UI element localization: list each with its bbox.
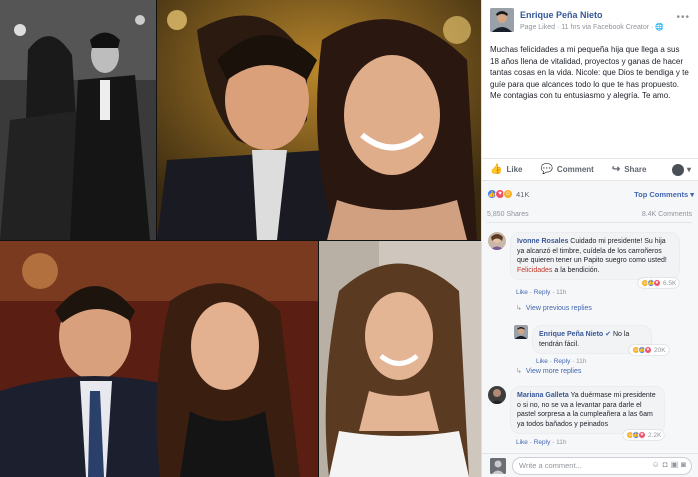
comment-reactions[interactable]: ☺ 👍 ♥ 6.5K — [638, 278, 680, 288]
post-stats: 5,850 Shares 8.4K Comments — [487, 211, 692, 223]
like-button[interactable]: 👍 Like — [490, 164, 522, 175]
photo-collage[interactable] — [0, 0, 481, 477]
camera-icon[interactable]: ◘ — [663, 460, 671, 469]
comment-text-end: a la bendición. — [552, 266, 600, 274]
audience-selector[interactable]: ▾ — [671, 163, 691, 176]
comment-actions: Like · Reply · 11h — [516, 439, 567, 446]
comment-bubble: Mariana Galleta Ya duérmase mi president… — [510, 386, 665, 434]
globe-icon: 🌐 — [655, 24, 664, 31]
share-button[interactable]: ↪ Share — [612, 164, 647, 175]
reply-reply-link[interactable]: Reply — [554, 358, 571, 365]
photo-kiss[interactable] — [157, 0, 481, 240]
comment-bubble: Ivonne Rosales Cuidado mi presidente! Su… — [510, 232, 680, 280]
reply-reaction-count: 20K — [654, 346, 666, 354]
comment-item: Mariana Galleta Ya duérmase mi president… — [488, 386, 693, 448]
post-meta-text: Page Liked · 11 hrs via Facebook Creator… — [520, 24, 656, 31]
comment-reaction-count: 2.2K — [648, 431, 662, 439]
reactions-summary[interactable]: 👍 ♥ ☺ 41K Top Comments ▾ — [487, 187, 694, 201]
love-reaction-icon: ♥ — [653, 279, 661, 287]
comment-actions: Like · Reply · 11h — [516, 289, 567, 296]
viewer-avatar — [490, 458, 506, 474]
love-reaction-icon: ♥ — [644, 346, 652, 354]
commenter-avatar[interactable] — [488, 386, 506, 404]
comment-icon: 💬 — [540, 164, 553, 175]
comment-like-link[interactable]: Like — [516, 289, 528, 296]
reply-arrow-icon: ↳ — [516, 368, 522, 375]
reply-time[interactable]: 11h — [576, 358, 586, 365]
reply-reactions[interactable]: ☺ 👍 ♥ 20K — [629, 345, 669, 355]
comment-label: Comment — [556, 165, 594, 174]
more-options-icon[interactable]: ••• — [676, 12, 690, 23]
gif-icon[interactable]: ▣ — [671, 460, 682, 469]
emoji-icon[interactable]: ☺ — [652, 460, 663, 469]
verified-icon: ✔ — [603, 331, 611, 338]
view-more-replies-label: View more replies — [525, 368, 582, 375]
view-previous-replies-label: View previous replies — [525, 305, 592, 312]
reply-actions: Like · Reply · 11h — [536, 358, 587, 365]
photo-couple-event[interactable] — [0, 241, 318, 477]
commenter-avatar[interactable] — [488, 232, 506, 250]
shares-count[interactable]: 5,850 Shares — [487, 211, 529, 220]
photo-portrait[interactable] — [319, 241, 481, 477]
wow-reaction-icon: ☺ — [503, 189, 513, 199]
viewer-avatar — [671, 163, 684, 176]
chevron-down-icon: ▾ — [686, 165, 691, 174]
comments-area: 👍 ♥ ☺ 41K Top Comments ▾ 5,850 Shares 8.… — [482, 180, 698, 477]
reply-arrow-icon: ↳ — [516, 305, 522, 312]
share-label: Share — [624, 165, 647, 174]
reply-author-name[interactable]: Enrique Peña Nieto — [539, 331, 603, 338]
reply-avatar[interactable] — [514, 325, 528, 339]
reply-item: Enrique Peña Nieto ✔ No la tendrán fácil… — [514, 325, 694, 371]
thumbs-up-icon: 👍 — [490, 164, 503, 175]
commenter-name[interactable]: Mariana Galleta — [517, 392, 569, 399]
reaction-count[interactable]: 41K — [516, 190, 529, 199]
post-header: Enrique Peña Nieto Page Liked · 11 hrs v… — [490, 8, 690, 36]
commenter-name[interactable]: Ivonne Rosales — [517, 238, 568, 245]
view-more-replies[interactable]: ↳ View more replies — [516, 367, 581, 375]
post-text: Muchas felicidades a mi pequeña hija que… — [490, 45, 689, 100]
comments-count[interactable]: 8.4K Comments — [642, 211, 692, 220]
post-meta: Page Liked · 11 hrs via Facebook Creator… — [520, 23, 664, 31]
post-actions: 👍 Like 💬 Comment ↪ Share ▾ — [482, 158, 698, 180]
like-label: Like — [506, 165, 523, 174]
post-panel: Enrique Peña Nieto Page Liked · 11 hrs v… — [481, 0, 698, 477]
view-previous-replies[interactable]: ↳ View previous replies — [516, 304, 592, 312]
comment-button[interactable]: 💬 Comment — [540, 164, 593, 175]
love-reaction-icon: ♥ — [638, 431, 646, 439]
comment-item: Ivonne Rosales Cuidado mi presidente! Su… — [488, 232, 693, 302]
comment-hashtag[interactable]: Felicidades — [517, 267, 552, 274]
comment-input-icons: ☺◘▣◙ — [652, 460, 689, 469]
reply-like-link[interactable]: Like — [536, 358, 548, 365]
comment-reply-link[interactable]: Reply — [534, 289, 551, 296]
comment-time[interactable]: 11h — [556, 439, 566, 446]
comment-time[interactable]: 11h — [556, 289, 566, 296]
comment-like-link[interactable]: Like — [516, 439, 528, 446]
author-avatar[interactable] — [490, 8, 514, 32]
comment-reply-link[interactable]: Reply — [534, 439, 551, 446]
top-comments-dropdown[interactable]: Top Comments ▾ — [634, 190, 694, 199]
sticker-icon[interactable]: ◙ — [681, 460, 689, 469]
author-name[interactable]: Enrique Peña Nieto — [520, 10, 603, 20]
comment-reaction-count: 6.5K — [663, 279, 677, 287]
share-icon: ↪ — [611, 164, 621, 175]
write-comment-row: Write a comment... ☺◘▣◙ — [482, 453, 698, 477]
photo-couple-night[interactable] — [0, 0, 156, 240]
comment-reactions[interactable]: ☺ 👍 ♥ 2.2K — [623, 430, 665, 440]
